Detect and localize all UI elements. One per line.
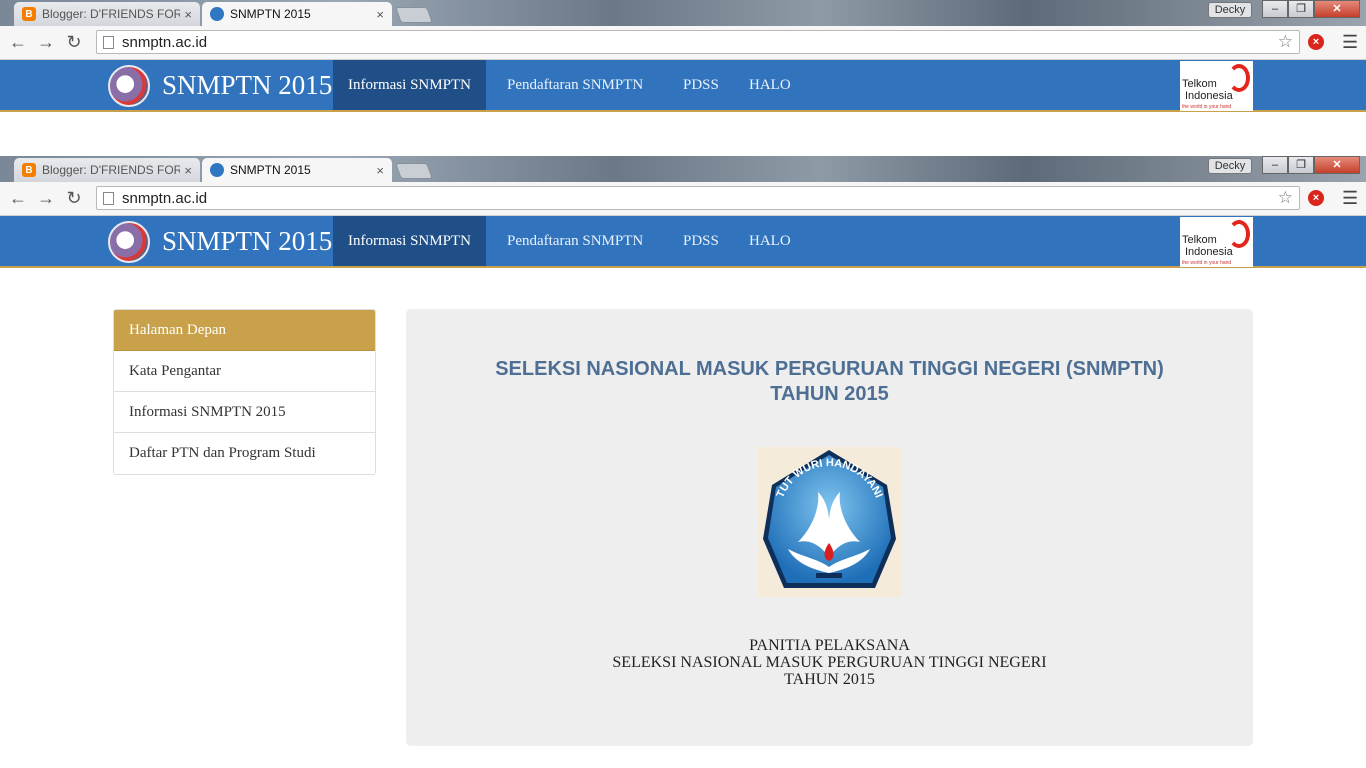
tab-blogger[interactable]: B Blogger: D'FRIENDS FORE × (14, 158, 200, 182)
tutwuri-emblem: TUT WURI HANDAYANI (758, 447, 901, 597)
nav-halo[interactable]: HALO (734, 60, 806, 110)
nav-informasi[interactable]: Informasi SNMPTN (333, 60, 486, 110)
profile-button[interactable]: Decky (1208, 158, 1252, 174)
address-bar[interactable]: snmptn.ac.id ☆ (96, 186, 1300, 210)
bookmark-star-icon[interactable]: ☆ (1278, 32, 1293, 52)
forward-icon[interactable]: → (32, 188, 60, 209)
tab-strip: B Blogger: D'FRIENDS FORE × SNMPTN 2015 … (0, 0, 1366, 26)
tab-strip: B Blogger: D'FRIENDS FORE × SNMPTN 2015 … (0, 156, 1366, 182)
url-text: snmptn.ac.id (122, 33, 208, 51)
telkom-logo: Telkom Indonesia the world in your hand (1180, 61, 1253, 111)
blogger-icon: B (22, 163, 36, 177)
tutwuri-emblem-icon: TUT WURI HANDAYANI (763, 450, 896, 588)
close-icon[interactable]: × (376, 163, 384, 178)
maximize-button[interactable]: ❐ (1288, 156, 1314, 174)
organizer-caption: PANITIA PELAKSANA SELEKSI NASIONAL MASUK… (612, 637, 1047, 688)
tutwuri-icon (210, 163, 224, 177)
new-tab-button[interactable] (395, 7, 433, 23)
reload-icon[interactable]: ↻ (60, 188, 88, 209)
nav-pdss[interactable]: PDSS (668, 216, 734, 266)
page-title: SELEKSI NASIONAL MASUK PERGURUAN TINGGI … (495, 358, 1164, 405)
minimize-button[interactable]: – (1262, 156, 1288, 174)
profile-button[interactable]: Decky (1208, 2, 1252, 18)
bookmark-star-icon[interactable]: ☆ (1278, 188, 1293, 208)
browser-window-duplicate: B Blogger: D'FRIENDS FORE × SNMPTN 2015 … (0, 156, 1366, 268)
new-tab-button[interactable] (395, 163, 433, 179)
back-icon[interactable]: ← (4, 32, 32, 53)
window-controls: – ❐ ✕ (1262, 156, 1360, 174)
blogger-icon: B (22, 7, 36, 21)
site-brand[interactable]: SNMPTN 2015 (162, 70, 332, 101)
menu-icon[interactable]: ☰ (1342, 32, 1358, 53)
browser-toolbar: ← → ↻ snmptn.ac.id ☆ × ☰ (0, 26, 1366, 60)
nav-pdss[interactable]: PDSS (668, 60, 734, 110)
browser-toolbar: ← → ↻ snmptn.ac.id ☆ × ☰ (0, 182, 1366, 216)
tab-blogger[interactable]: B Blogger: D'FRIENDS FORE × (14, 2, 200, 26)
tutwuri-icon (210, 7, 224, 21)
close-window-button[interactable]: ✕ (1314, 156, 1360, 174)
telkom-mark-icon (1228, 64, 1250, 92)
page-icon (103, 35, 114, 49)
close-icon[interactable]: × (184, 7, 192, 22)
tab-label: SNMPTN 2015 (230, 7, 311, 21)
reload-icon[interactable]: ↻ (60, 32, 88, 53)
menu-icon[interactable]: ☰ (1342, 188, 1358, 209)
close-window-button[interactable]: ✕ (1314, 0, 1360, 18)
tab-snmptn[interactable]: SNMPTN 2015 × (202, 158, 392, 182)
site-navbar: SNMPTN 2015 Informasi SNMPTN Pendaftaran… (0, 60, 1366, 112)
close-icon[interactable]: × (376, 7, 384, 22)
minimize-button[interactable]: – (1262, 0, 1288, 18)
address-bar[interactable]: snmptn.ac.id ☆ (96, 30, 1300, 54)
telkom-mark-icon (1228, 220, 1250, 248)
snmptn-logo[interactable] (108, 65, 150, 107)
sidebar-item-daftar-ptn[interactable]: Daftar PTN dan Program Studi (114, 433, 375, 474)
extension-icon[interactable]: × (1308, 190, 1324, 206)
maximize-button[interactable]: ❐ (1288, 0, 1314, 18)
site-brand[interactable]: SNMPTN 2015 (162, 226, 332, 257)
nav-informasi[interactable]: Informasi SNMPTN (333, 216, 486, 266)
nav-halo[interactable]: HALO (734, 216, 806, 266)
tab-snmptn[interactable]: SNMPTN 2015 × (202, 2, 392, 26)
page-icon (103, 191, 114, 205)
sidebar-item-kata-pengantar[interactable]: Kata Pengantar (114, 351, 375, 392)
tab-label: Blogger: D'FRIENDS FORE (42, 163, 181, 177)
sidebar-item-informasi[interactable]: Informasi SNMPTN 2015 (114, 392, 375, 433)
back-icon[interactable]: ← (4, 188, 32, 209)
main-panel: SELEKSI NASIONAL MASUK PERGURUAN TINGGI … (406, 309, 1253, 746)
window-controls: – ❐ ✕ (1262, 0, 1360, 18)
sidebar-menu: Halaman Depan Kata Pengantar Informasi S… (113, 309, 376, 475)
browser-window: B Blogger: D'FRIENDS FORE × SNMPTN 2015 … (0, 0, 1366, 112)
extension-icon[interactable]: × (1308, 34, 1324, 50)
nav-pendaftaran[interactable]: Pendaftaran SNMPTN (492, 216, 658, 266)
close-icon[interactable]: × (184, 163, 192, 178)
snmptn-logo[interactable] (108, 221, 150, 263)
telkom-logo: Telkom Indonesia the world in your hand (1180, 217, 1253, 267)
sidebar-item-halaman-depan[interactable]: Halaman Depan (114, 310, 375, 351)
site-navbar: SNMPTN 2015 Informasi SNMPTN Pendaftaran… (0, 216, 1366, 268)
forward-icon[interactable]: → (32, 32, 60, 53)
tab-label: Blogger: D'FRIENDS FORE (42, 7, 181, 21)
nav-pendaftaran[interactable]: Pendaftaran SNMPTN (492, 60, 658, 110)
url-text: snmptn.ac.id (122, 189, 208, 207)
tab-label: SNMPTN 2015 (230, 163, 311, 177)
